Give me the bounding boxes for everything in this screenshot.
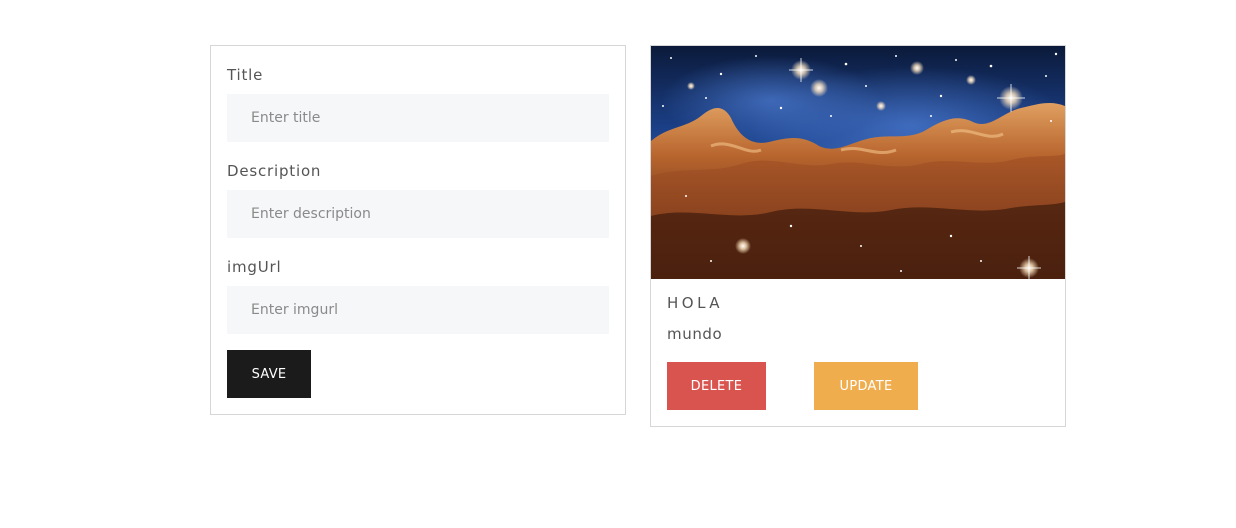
post-description: mundo (667, 325, 723, 343)
delete-button[interactable]: DELETE (667, 362, 766, 410)
imgurl-label: imgUrl (227, 258, 282, 276)
imgurl-input[interactable] (227, 286, 609, 334)
update-button[interactable]: UPDATE (814, 362, 918, 410)
description-label: Description (227, 162, 322, 180)
post-card: HOLA mundo DELETE UPDATE (650, 45, 1066, 427)
post-title: HOLA (667, 294, 724, 312)
save-button[interactable]: SAVE (227, 350, 311, 398)
post-form-card: Title Description imgUrl SAVE (210, 45, 626, 415)
title-input[interactable] (227, 94, 609, 142)
title-label: Title (227, 66, 264, 84)
post-image (651, 46, 1065, 279)
description-input[interactable] (227, 190, 609, 238)
